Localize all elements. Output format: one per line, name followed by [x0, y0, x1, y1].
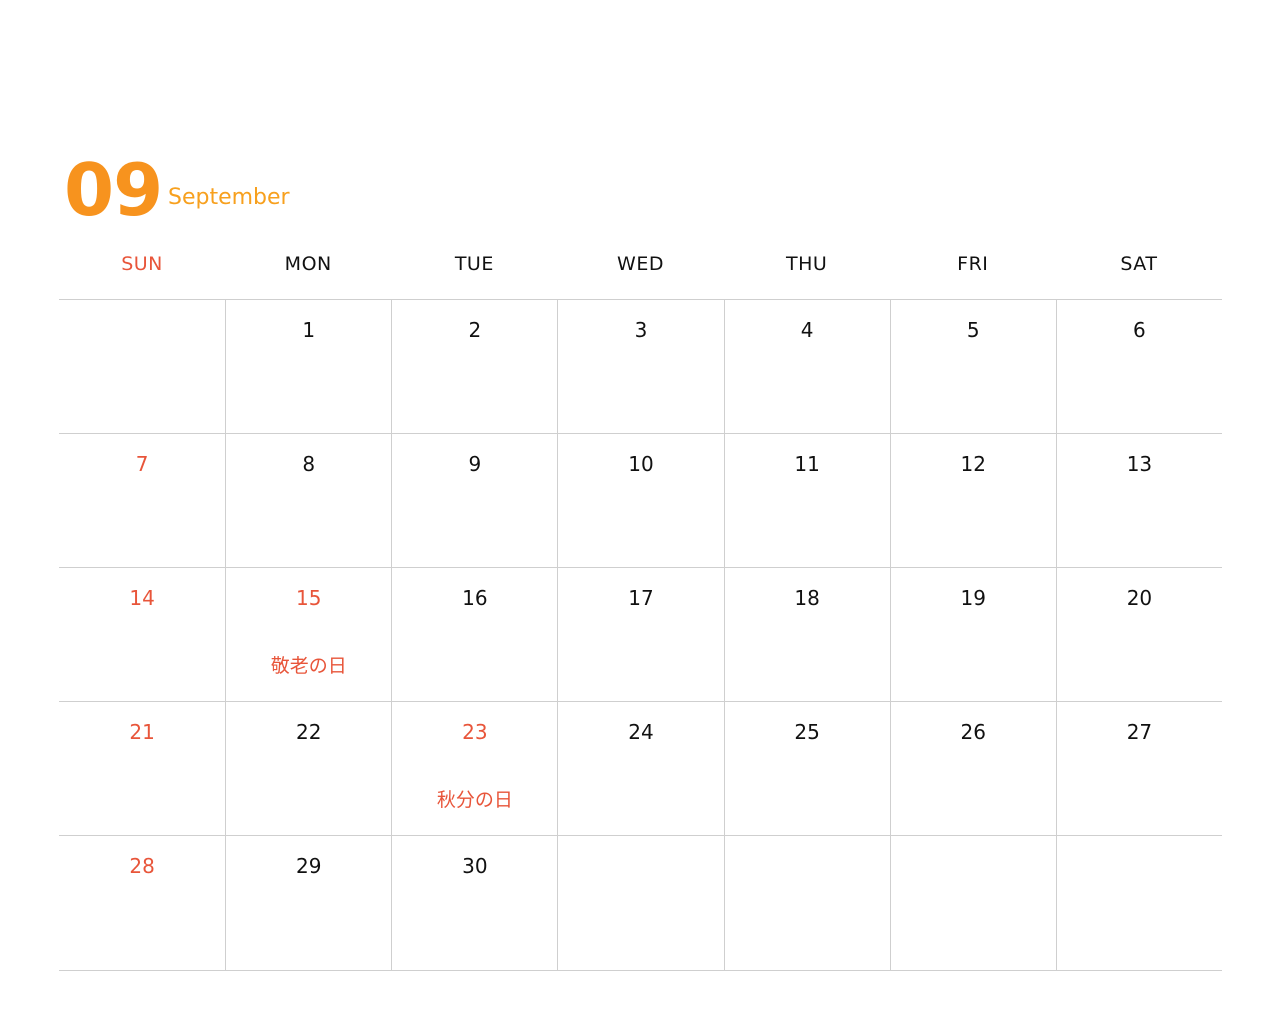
day-cell: 16: [391, 568, 558, 702]
day-number: 11: [794, 452, 820, 476]
day-cell: 19: [889, 568, 1056, 702]
weekday-wed: WED: [617, 253, 664, 275]
day-cell: 17: [557, 568, 724, 702]
day-number: 8: [302, 452, 316, 476]
day-cell: 2: [391, 300, 558, 434]
day-cell-empty: [723, 836, 890, 971]
calendar-header: 09 September: [64, 150, 664, 230]
weekday-header-row: SUN MON TUE WED THU FRI SAT: [59, 240, 1222, 300]
day-number: 29: [295, 854, 322, 878]
weekday-thu: THU: [785, 253, 828, 275]
day-number: 23: [462, 720, 488, 744]
day-number: 14: [129, 586, 155, 610]
day-cell: 11: [723, 434, 890, 568]
day-cell-empty: [889, 836, 1056, 971]
weekday-mon: MON: [284, 253, 332, 275]
day-cell: 1: [225, 300, 392, 434]
day-number: 18: [794, 586, 820, 610]
holiday-label: 敬老の日: [270, 655, 347, 677]
day-number: 1: [302, 318, 316, 342]
month-name: September: [168, 185, 290, 210]
day-number: 13: [1126, 452, 1153, 476]
day-number: 12: [960, 452, 986, 476]
weekday-sat: SAT: [1120, 253, 1158, 275]
day-number: 20: [1126, 586, 1153, 610]
day-cell: 4: [723, 300, 890, 434]
day-number: 10: [628, 452, 654, 476]
day-cell-empty: [1055, 836, 1222, 971]
day-cell: [59, 300, 226, 434]
weekday-tue: TUE: [454, 253, 494, 275]
day-cell: 7: [59, 434, 226, 568]
day-cell-holiday: 15 敬老の日: [225, 568, 392, 702]
day-cell-empty: [557, 836, 724, 971]
day-cell: 20: [1055, 568, 1222, 702]
month-number: 09: [64, 148, 163, 232]
day-cell: 26: [889, 702, 1056, 836]
day-cell: 3: [557, 300, 724, 434]
day-number: 9: [468, 452, 482, 476]
day-number: 30: [462, 854, 488, 878]
day-cell: 14: [59, 568, 226, 702]
day-cell: 5: [889, 300, 1056, 434]
day-cell: 13: [1055, 434, 1222, 568]
day-cell: 8: [225, 434, 392, 568]
day-cell: 22: [225, 702, 392, 836]
day-cell: 25: [723, 702, 890, 836]
day-number: 22: [295, 720, 322, 744]
calendar-weeks: 1 2 3 4 5 6 7 8 9 10 11 12 13 14 15 敬老の日…: [59, 300, 1222, 971]
day-number: 21: [129, 720, 155, 744]
day-number: 27: [1126, 720, 1153, 744]
day-cell: 28: [59, 836, 226, 971]
weekday-fri: FRI: [957, 253, 989, 275]
day-cell: 29: [225, 836, 392, 971]
day-cell: 21: [59, 702, 226, 836]
day-cell: 18: [723, 568, 890, 702]
day-number: 6: [1133, 318, 1146, 342]
day-number: 28: [129, 854, 155, 878]
day-number: 25: [794, 720, 820, 744]
day-number: 15: [295, 586, 322, 610]
day-number: 17: [628, 586, 654, 610]
day-number: 4: [800, 318, 814, 342]
day-number: 5: [966, 318, 980, 342]
day-cell: 6: [1055, 300, 1222, 434]
day-cell: 9: [391, 434, 558, 568]
day-cell: 10: [557, 434, 724, 568]
weekday-sun: SUN: [121, 253, 163, 275]
day-number: 7: [135, 452, 149, 476]
holiday-label: 秋分の日: [436, 789, 513, 811]
day-cell-holiday: 23 秋分の日: [391, 702, 558, 836]
day-cell: 30: [391, 836, 558, 971]
day-number: 2: [468, 318, 482, 342]
day-number: 3: [634, 318, 648, 342]
day-number: 26: [960, 720, 986, 744]
day-number: 24: [628, 720, 654, 744]
day-cell: 12: [889, 434, 1056, 568]
day-number: 16: [462, 586, 488, 610]
calendar-grid: SUN MON TUE WED THU FRI SAT 1 2 3 4 5 6: [59, 240, 1222, 971]
day-cell: 27: [1055, 702, 1222, 836]
day-cell: 24: [557, 702, 724, 836]
day-number: 19: [960, 586, 986, 610]
